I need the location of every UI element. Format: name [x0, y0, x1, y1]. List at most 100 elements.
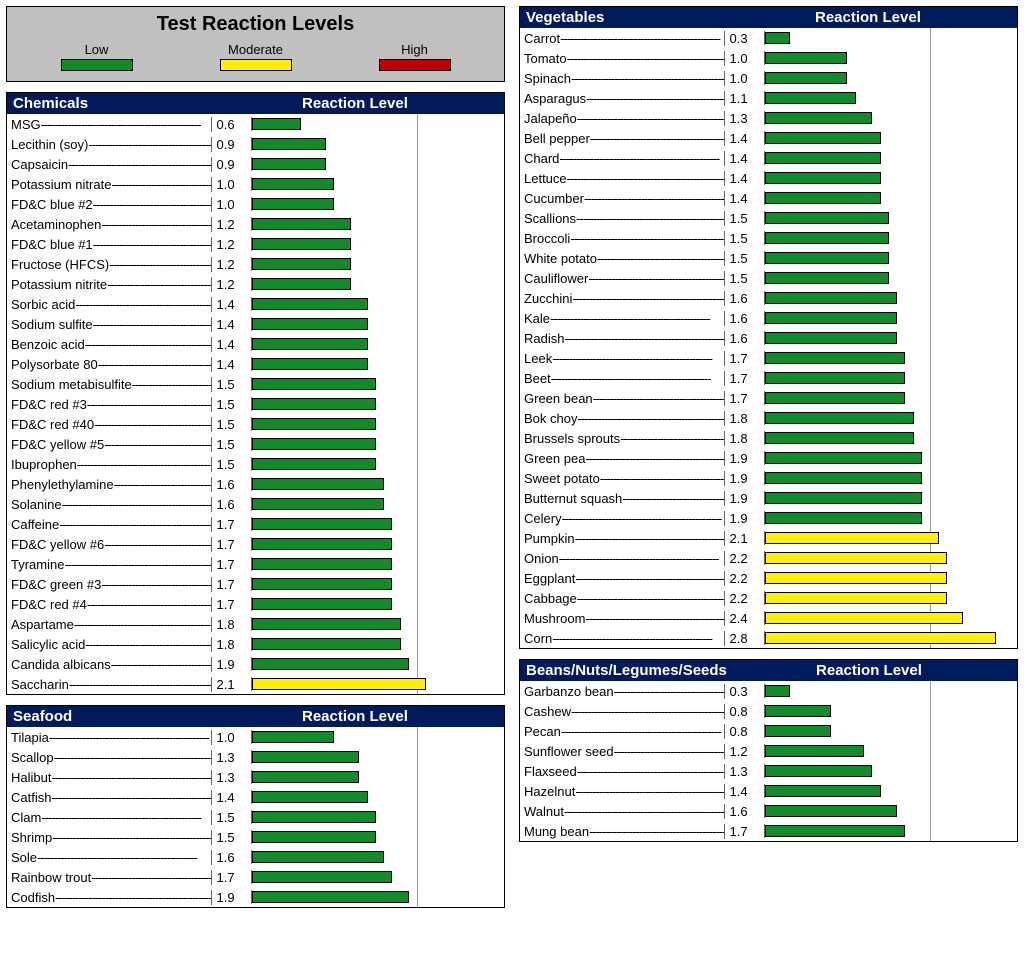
- dash-fill: ----------------------------------------…: [51, 770, 211, 785]
- item-name-cell: Flaxseed -------------------------------…: [524, 764, 724, 779]
- item-value: 1.5: [211, 377, 250, 392]
- item-value: 1.2: [724, 744, 763, 759]
- bar: [252, 158, 326, 170]
- item-name: Capsaicin: [11, 157, 68, 172]
- data-row: Onion ----------------------------------…: [520, 548, 1017, 568]
- right-column: VegetablesReaction LevelCarrot ---------…: [519, 6, 1018, 908]
- item-name: Garbanzo bean: [524, 684, 614, 699]
- item-name-cell: FD&C red #4 ----------------------------…: [11, 597, 211, 612]
- data-row: Bell pepper ----------------------------…: [520, 128, 1017, 148]
- bar: [765, 252, 889, 264]
- dash-fill: ----------------------------------------…: [575, 784, 724, 799]
- item-name-cell: Sweet potato ---------------------------…: [524, 471, 724, 486]
- item-name: Cashew: [524, 704, 571, 719]
- item-name-cell: Catfish --------------------------------…: [11, 790, 211, 805]
- item-value: 2.1: [724, 531, 763, 546]
- bar: [765, 612, 964, 624]
- bar: [252, 458, 376, 470]
- bar-area: [251, 617, 500, 631]
- item-name-cell: FD&C red #40 ---------------------------…: [11, 417, 211, 432]
- legend-moderate-swatch: [220, 59, 292, 71]
- bar: [765, 572, 947, 584]
- item-name-cell: Onion ----------------------------------…: [524, 551, 724, 566]
- item-value: 0.3: [724, 684, 763, 699]
- item-name: Flaxseed: [524, 764, 577, 779]
- item-value: 1.3: [724, 111, 763, 126]
- data-row: Saccharin ------------------------------…: [7, 674, 504, 694]
- dash-fill: ----------------------------------------…: [584, 191, 725, 206]
- item-name-cell: FD&C yellow #6 -------------------------…: [11, 537, 211, 552]
- bar: [765, 785, 881, 797]
- bar: [765, 112, 873, 124]
- item-name-cell: Sole -----------------------------------…: [11, 850, 211, 865]
- data-row: Mushroom -------------------------------…: [520, 608, 1017, 628]
- dash-fill: ----------------------------------------…: [51, 790, 211, 805]
- item-value: 1.4: [211, 357, 250, 372]
- data-row: Tyramine -------------------------------…: [7, 554, 504, 574]
- item-name-cell: Tomato ---------------------------------…: [524, 51, 724, 66]
- item-value: 1.5: [211, 397, 250, 412]
- item-name: Walnut: [524, 804, 564, 819]
- data-row: Codfish --------------------------------…: [7, 887, 504, 907]
- dash-fill: ----------------------------------------…: [559, 551, 725, 566]
- item-name-cell: MSG ------------------------------------…: [11, 117, 211, 132]
- data-row: Sodium sulfite -------------------------…: [7, 314, 504, 334]
- item-value: 1.8: [211, 637, 250, 652]
- bar-area: [251, 870, 500, 884]
- dash-fill: ----------------------------------------…: [68, 157, 211, 172]
- bar-area: [764, 631, 1013, 645]
- item-name-cell: Butternut squash -----------------------…: [524, 491, 724, 506]
- bar: [252, 811, 376, 823]
- item-name: Zucchini: [524, 291, 572, 306]
- bar: [252, 338, 368, 350]
- bar-area: [764, 431, 1013, 445]
- data-row: FD&C yellow #5 -------------------------…: [7, 434, 504, 454]
- item-name: Cucumber: [524, 191, 584, 206]
- dash-fill: ----------------------------------------…: [620, 431, 724, 446]
- item-name: MSG: [11, 117, 41, 132]
- data-row: Beet -----------------------------------…: [520, 368, 1017, 388]
- data-row: White potato ---------------------------…: [520, 248, 1017, 268]
- item-value: 1.0: [724, 71, 763, 86]
- data-row: Kale -----------------------------------…: [520, 308, 1017, 328]
- bar: [765, 352, 906, 364]
- dash-fill: ----------------------------------------…: [597, 251, 724, 266]
- bar: [252, 298, 368, 310]
- bar: [252, 258, 351, 270]
- bar-area: [251, 317, 500, 331]
- bar-area: [251, 257, 500, 271]
- dash-fill: ----------------------------------------…: [69, 677, 212, 692]
- item-name: Hazelnut: [524, 784, 575, 799]
- data-row: Sorbic acid ----------------------------…: [7, 294, 504, 314]
- item-value: 0.9: [211, 137, 250, 152]
- section-title: Beans/Nuts/Legumes/Seeds: [526, 662, 727, 679]
- item-name-cell: Garbanzo bean --------------------------…: [524, 684, 724, 699]
- bar: [765, 685, 790, 697]
- bar: [252, 138, 326, 150]
- bar-area: [764, 684, 1013, 698]
- item-value: 1.3: [211, 770, 250, 785]
- bar: [765, 232, 889, 244]
- item-value: 1.7: [211, 537, 250, 552]
- bar-area: [764, 804, 1013, 818]
- item-value: 1.0: [211, 197, 250, 212]
- data-row: Salicylic acid -------------------------…: [7, 634, 504, 654]
- item-value: 2.8: [724, 631, 763, 646]
- data-row: Polysorbate 80 -------------------------…: [7, 354, 504, 374]
- dash-fill: ----------------------------------------…: [614, 744, 725, 759]
- bar: [252, 851, 384, 863]
- bar: [252, 891, 409, 903]
- bar-area: [764, 51, 1013, 65]
- bar: [252, 871, 393, 883]
- item-name-cell: Halibut --------------------------------…: [11, 770, 211, 785]
- rows: Carrot ---------------------------------…: [520, 28, 1017, 648]
- data-row: Cucumber -------------------------------…: [520, 188, 1017, 208]
- dash-fill: ----------------------------------------…: [55, 890, 211, 905]
- item-name-cell: Tilapia --------------------------------…: [11, 730, 211, 745]
- bar: [765, 705, 831, 717]
- item-name: FD&C blue #2: [11, 197, 93, 212]
- section-reaction-header: Reaction Level: [212, 708, 498, 725]
- dash-fill: ----------------------------------------…: [104, 437, 211, 452]
- item-value: 1.4: [724, 131, 763, 146]
- item-value: 1.0: [724, 51, 763, 66]
